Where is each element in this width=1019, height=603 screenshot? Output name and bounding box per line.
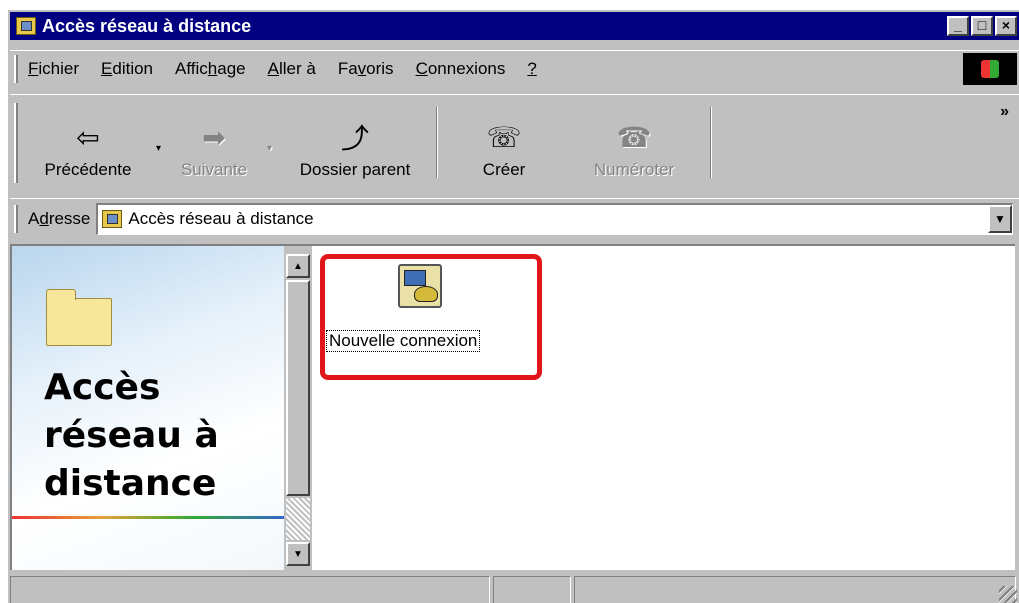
toolbar-separator-2 <box>710 107 713 178</box>
menu-connexions-rest: onnexions <box>427 58 506 78</box>
create-label: Créer <box>482 160 526 179</box>
folder-up-label: Dossier parent <box>299 160 411 179</box>
menu-bar: Fichier Edition Affichage Aller à Favori… <box>10 50 1019 86</box>
menu-affichage-pre: Affic <box>175 58 208 78</box>
pane-title-line2: réseau à <box>44 415 219 456</box>
address-label-post: resse <box>48 208 91 228</box>
dialup-folder-icon <box>102 210 123 228</box>
address-label-pre: A <box>28 208 40 228</box>
toolbar-more-chevron[interactable]: » <box>1000 103 1009 121</box>
menu-affichage-post: age <box>217 58 246 78</box>
dial-label: Numéroter <box>593 160 675 179</box>
back-dropdown[interactable]: ▾ <box>156 143 161 190</box>
toolbar: ⇦ Précédente ▾ ➡ Suivante ▾ ⤴ Dossier pa… <box>10 94 1019 190</box>
status-panel-main <box>10 576 490 603</box>
forward-button[interactable]: ➡ Suivante <box>169 95 259 190</box>
resize-grip[interactable] <box>999 586 1017 603</box>
windows-logo-icon <box>963 53 1017 85</box>
address-value: Accès réseau à distance <box>128 209 314 228</box>
forward-arrow-icon: ➡ <box>202 121 226 153</box>
create-button[interactable]: ☏ Créer <box>444 95 564 190</box>
web-view-pane: Accès réseau à distance <box>12 246 284 570</box>
vertical-scrollbar[interactable]: ▲ ▼ <box>284 246 312 570</box>
menu-aller-rest: ller à <box>278 58 316 78</box>
address-bar: Adresse Accès réseau à distance ▼ <box>10 198 1019 238</box>
title-bar[interactable]: Accès réseau à distance _ □ × <box>10 12 1019 40</box>
rainbow-divider <box>12 516 284 519</box>
pane-title-line3: distance <box>44 463 217 504</box>
back-arrow-icon: ⇦ <box>76 121 100 153</box>
scroll-up-button[interactable]: ▲ <box>286 254 310 278</box>
folder-up-icon: ⤴ <box>341 123 370 154</box>
status-panel-2 <box>493 576 571 603</box>
status-panel-3 <box>574 576 1016 603</box>
folder-view: Accès réseau à distance ▲ ▼ Nouvelle con… <box>10 244 1015 570</box>
menu-aller[interactable]: Aller à <box>268 59 316 79</box>
close-button[interactable]: × <box>995 16 1017 36</box>
address-dropdown-button[interactable]: ▼ <box>988 204 1012 233</box>
forward-label: Suivante <box>180 160 248 179</box>
dial-button[interactable]: ☎ Numéroter <box>564 95 704 190</box>
dialup-folder-icon[interactable] <box>16 17 36 35</box>
explorer-window: Accès réseau à distance _ □ × Fichier Ed… <box>6 8 1019 603</box>
minimize-button[interactable]: _ <box>947 16 969 36</box>
scroll-track[interactable] <box>286 498 310 540</box>
menu-edition-rest: dition <box>112 58 153 78</box>
folder-icon <box>46 289 112 346</box>
window-title: Accès réseau à distance <box>42 15 252 36</box>
new-connection-label[interactable]: Nouvelle connexion <box>326 330 481 352</box>
back-label: Précédente <box>44 160 132 179</box>
menu-fichier-rest: ichier <box>38 58 80 78</box>
window-controls: _ □ × <box>947 16 1017 36</box>
scroll-down-button[interactable]: ▼ <box>286 542 310 566</box>
back-button[interactable]: ⇦ Précédente <box>28 95 148 190</box>
menu-fichier[interactable]: Fichier <box>28 59 79 79</box>
toolbar-grip[interactable] <box>14 103 18 183</box>
menu-connexions[interactable]: Connexions <box>416 59 506 79</box>
status-bar <box>10 576 1019 603</box>
toolbar-separator <box>436 107 439 178</box>
new-connection-icon[interactable] <box>398 264 442 308</box>
maximize-button[interactable]: □ <box>971 16 993 36</box>
menu-edition[interactable]: Edition <box>101 59 153 79</box>
dialup-create-icon: ☏ <box>486 121 522 153</box>
menu-favoris-post: oris <box>366 58 394 78</box>
address-label: Adresse <box>28 208 91 228</box>
menu-help[interactable]: ? <box>527 59 536 79</box>
menu-grip[interactable] <box>14 54 18 83</box>
pane-title-line1: Accès <box>44 367 161 408</box>
menu-favoris-pre: Fa <box>337 58 358 78</box>
address-grip[interactable] <box>14 204 18 233</box>
folder-up-button[interactable]: ⤴ Dossier parent <box>280 95 430 190</box>
address-input[interactable]: Accès réseau à distance ▼ <box>96 202 1013 235</box>
new-connection-item[interactable]: Nouvelle connexion <box>320 254 542 380</box>
pane-title: Accès réseau à distance <box>44 364 274 508</box>
menu-favoris[interactable]: Favoris <box>338 59 394 79</box>
menu-affichage[interactable]: Affichage <box>175 59 246 79</box>
scroll-thumb[interactable] <box>286 280 310 496</box>
forward-dropdown[interactable]: ▾ <box>267 143 272 190</box>
phone-dial-icon: ☎ <box>616 121 652 153</box>
